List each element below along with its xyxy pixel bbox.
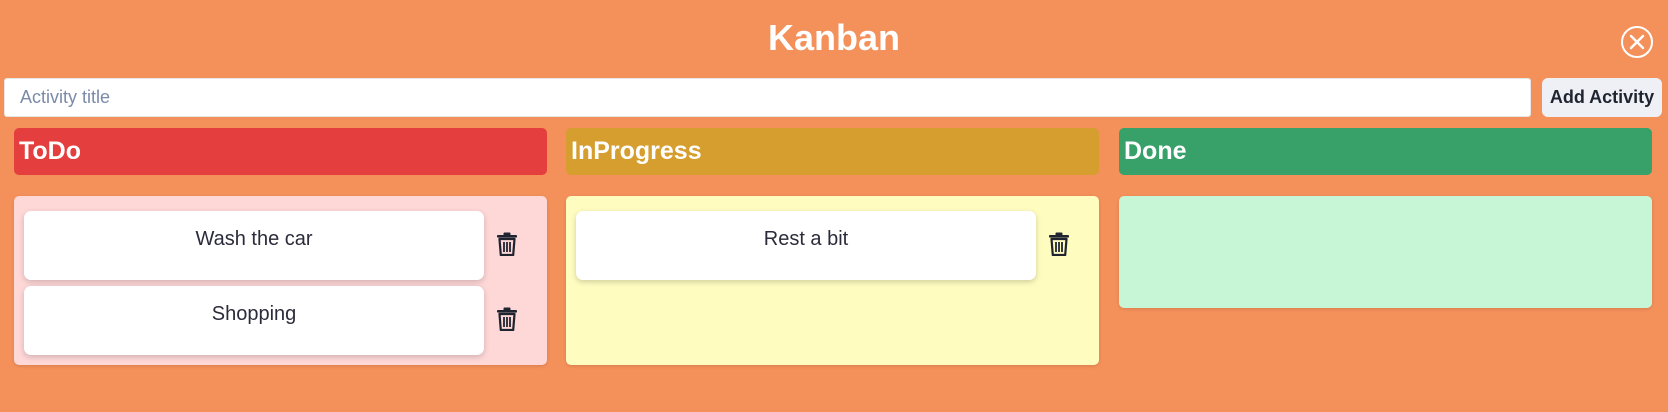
close-icon[interactable] [1620,25,1654,59]
activity-card[interactable]: Shopping [24,286,484,355]
trash-icon[interactable] [496,307,518,331]
activity-title-input[interactable] [4,78,1531,117]
column-header-done: Done [1119,128,1652,175]
add-activity-form: Add Activity [4,78,1664,117]
activity-card-text: Wash the car [195,228,313,250]
activity-card-text: Shopping [211,303,297,325]
activity-card[interactable]: Rest a bit [576,211,1036,280]
column-title-done: Done [1124,137,1187,165]
column-body-todo[interactable]: Wash the car Shopping [14,196,547,365]
activity-card[interactable]: Wash the car [24,211,484,280]
column-header-todo: ToDo [14,128,547,175]
trash-icon[interactable] [1048,232,1070,256]
add-activity-button[interactable]: Add Activity [1542,78,1662,117]
page-title: Kanban [767,17,900,58]
column-title-todo: ToDo [19,137,82,165]
activity-card-text: Rest a bit [763,228,849,250]
column-title-inprogress: InProgress [571,137,702,165]
column-body-inprogress[interactable]: Rest a bit [566,196,1099,365]
column-body-done[interactable] [1119,196,1652,308]
trash-icon[interactable] [496,232,518,256]
column-header-inprogress: InProgress [566,128,1099,175]
